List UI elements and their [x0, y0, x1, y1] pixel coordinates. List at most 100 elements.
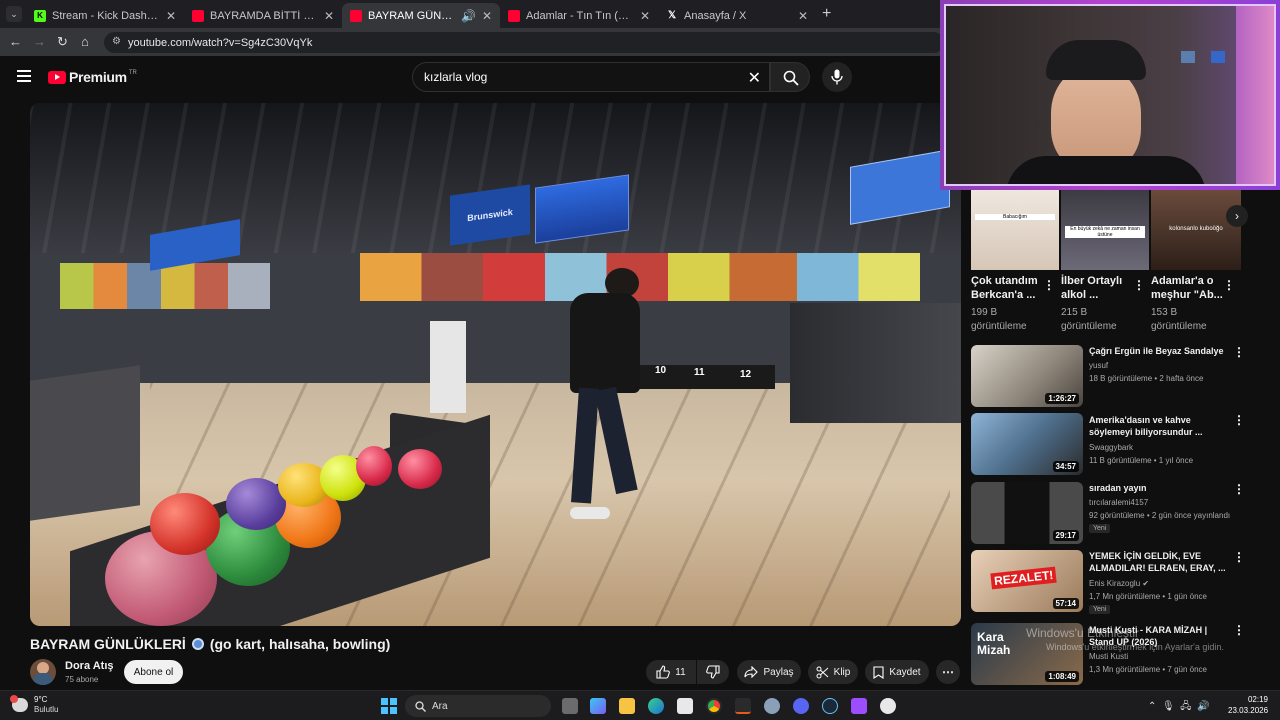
like-button[interactable]: 11 [646, 660, 696, 684]
shorts-next-button[interactable]: › [1226, 205, 1248, 227]
back-icon[interactable]: ← [9, 34, 22, 49]
recommended-video-channel[interactable]: tırcılaralemi4157 [1089, 498, 1148, 507]
recommended-video-channel[interactable]: yusuf [1089, 361, 1108, 370]
tray-chevron-icon[interactable]: ⌃ [1148, 701, 1156, 712]
recommended-video[interactable]: 1:26:27 Çağrı Ergün ile Beyaz Sandalye y… [971, 345, 1261, 409]
recommended-video-channel[interactable]: Swaggybark [1089, 443, 1133, 452]
recommended-video[interactable]: REZALET! 57:14 YEMEK İÇİN GELDİK, EVE AL… [971, 550, 1261, 614]
new-tab-icon[interactable]: + [822, 5, 831, 23]
youtube-logo-icon [48, 70, 66, 84]
weather-widget[interactable]: 9°C Bulutlu [10, 695, 58, 715]
dislike-button[interactable] [697, 660, 729, 684]
video-duration: 1:26:27 [1045, 393, 1079, 404]
tab-adamlar[interactable]: Adamlar - Tın Tın (Official Audio) ✕ [500, 3, 658, 28]
recommended-video-title[interactable]: Amerika'dasın ve kahve söylemeyi biliyor… [1089, 414, 1229, 438]
recommended-video-title[interactable]: YEMEK İÇİN GELDİK, EVE ALMADILAR! ELRAEN… [1089, 550, 1229, 574]
clear-search-icon[interactable]: ✕ [748, 68, 761, 88]
streaming-app-icon[interactable] [735, 698, 751, 714]
site-info-icon[interactable]: ⚙ [112, 36, 121, 47]
search-input[interactable]: kızlarla vlog ✕ [412, 62, 770, 92]
taskbar-search[interactable]: Ara [405, 695, 551, 717]
close-tab-icon[interactable]: ✕ [798, 9, 808, 23]
video-more-icon[interactable]: ⋮ [1233, 482, 1245, 496]
settings-app-icon[interactable] [764, 698, 780, 714]
video-more-icon[interactable]: ⋮ [1233, 550, 1245, 564]
recommended-video-channel[interactable]: Musti Kusti [1089, 652, 1128, 661]
share-button[interactable]: Paylaş [737, 660, 801, 684]
kick-icon: K [34, 9, 46, 22]
streamer-webcam-overlay [940, 0, 1280, 190]
tab-title: Adamlar - Tın Tın (Official Audio) [526, 9, 634, 22]
chrome-icon[interactable] [706, 698, 722, 714]
volume-icon[interactable]: 🔊 [1197, 701, 1209, 712]
close-tab-icon[interactable]: ✕ [640, 9, 650, 23]
thumbs-down-icon [706, 665, 720, 679]
address-bar[interactable]: ⚙ youtube.com/watch?v=Sg4zC30VqYk [104, 32, 944, 53]
recommended-video-channel[interactable]: Enis Kirazoglu ✔ [1089, 579, 1149, 588]
video-more-icon[interactable]: ⋮ [1233, 413, 1245, 427]
video-more-icon[interactable]: ⋮ [1233, 623, 1245, 637]
video-thumbnail[interactable]: 1:26:27 [971, 345, 1083, 407]
more-actions-button[interactable]: ⋯ [936, 660, 960, 684]
reload-icon[interactable]: ↻ [57, 34, 68, 50]
system-tray[interactable]: ⌃ 🎙 🖧 🔊 [1148, 699, 1209, 716]
task-view-icon[interactable] [562, 698, 578, 714]
network-icon[interactable]: 🖧 [1180, 701, 1191, 712]
video-thumbnail[interactable]: REZALET! 57:14 [971, 550, 1083, 612]
menu-icon[interactable] [17, 70, 31, 85]
clip-button[interactable]: Klip [808, 660, 858, 684]
microphone-icon [831, 69, 843, 85]
obs-icon[interactable] [880, 698, 896, 714]
short-thumbnail[interactable]: kolonsanlo kuboöğo [1151, 190, 1241, 270]
short-more-icon[interactable]: ⋮ [1133, 278, 1145, 292]
short-title[interactable]: Çok utandım Berkcan'a ... [971, 274, 1047, 302]
recommended-video[interactable]: 29:17 sıradan yayın tırcılaralemi4157 92… [971, 482, 1261, 546]
short-caption: kolonsanlo kuboöğo [1169, 226, 1223, 232]
close-tab-icon[interactable]: ✕ [482, 9, 492, 23]
video-thumbnail[interactable]: 29:17 [971, 482, 1083, 544]
microsoft-store-icon[interactable] [677, 698, 693, 714]
windows-start-icon[interactable] [381, 698, 397, 714]
forward-icon[interactable]: → [33, 34, 46, 49]
short-more-icon[interactable]: ⋮ [1043, 278, 1055, 292]
tab-x-home[interactable]: 𝕏 Anasayfa / X ✕ [658, 3, 816, 28]
short-views: 215 B görüntüleme [1061, 307, 1117, 332]
video-more-icon[interactable]: ⋮ [1233, 345, 1245, 359]
microphone-icon[interactable]: 🎙 [1162, 701, 1175, 712]
voice-search-button[interactable] [822, 62, 852, 92]
short-more-icon[interactable]: ⋮ [1223, 278, 1235, 292]
youtube-premium-logo[interactable]: Premium TR [48, 69, 137, 85]
tab-kick-dashboard[interactable]: K Stream - Kick Dashboard ✕ [26, 3, 184, 28]
video-bowling-ball [398, 449, 442, 489]
close-tab-icon[interactable]: ✕ [166, 9, 176, 23]
tab-search-icon[interactable]: ⌄ [6, 6, 22, 22]
discord-icon[interactable] [793, 698, 809, 714]
close-tab-icon[interactable]: ✕ [324, 9, 334, 23]
short-title[interactable]: İlber Ortaylı alkol ... [1061, 274, 1137, 302]
recommended-video-title[interactable]: Çağrı Ergün ile Beyaz Sandalye [1089, 345, 1229, 357]
app-icon[interactable] [851, 698, 867, 714]
channel-avatar[interactable] [30, 659, 56, 685]
tab-bayramda-bitti[interactable]: BAYRAMDA BİTTİ Kanser olduk ✕ [184, 3, 342, 28]
save-button[interactable]: Kaydet [865, 660, 929, 684]
short-title[interactable]: Adamlar'a o meşhur "Ab... [1151, 274, 1227, 302]
short-thumbnail[interactable]: Babacığım [971, 190, 1059, 270]
subscribe-button[interactable]: Abone ol [124, 660, 183, 684]
system-clock[interactable]: 02:19 23.03.2026 [1228, 694, 1268, 716]
video-player[interactable]: Brunswick 10 11 12 [30, 103, 961, 626]
short-thumbnail[interactable]: En büyük zekâ ne zaman insan üstüne [1061, 190, 1149, 270]
audio-playing-icon[interactable]: 🔊 [461, 9, 476, 23]
recommended-video-title[interactable]: sıradan yayın [1089, 482, 1229, 494]
search-button[interactable] [770, 62, 810, 92]
video-thumbnail[interactable]: 34:57 [971, 413, 1083, 475]
widgets-icon[interactable] [590, 698, 606, 714]
share-label: Paylaş [763, 666, 794, 678]
recommended-video[interactable]: 34:57 Amerika'dasın ve kahve söylemeyi b… [971, 413, 1261, 477]
steam-icon[interactable] [822, 698, 838, 714]
channel-name[interactable]: Dora Atış [65, 660, 114, 672]
file-explorer-icon[interactable] [619, 698, 635, 714]
edge-browser-icon[interactable] [648, 698, 664, 714]
home-icon[interactable]: ⌂ [81, 34, 89, 49]
video-water-dispenser [430, 321, 466, 413]
tab-bayram-gunlukleri[interactable]: BAYRAM GÜNLÜKLERİ 🔊 ✕ [342, 3, 500, 28]
